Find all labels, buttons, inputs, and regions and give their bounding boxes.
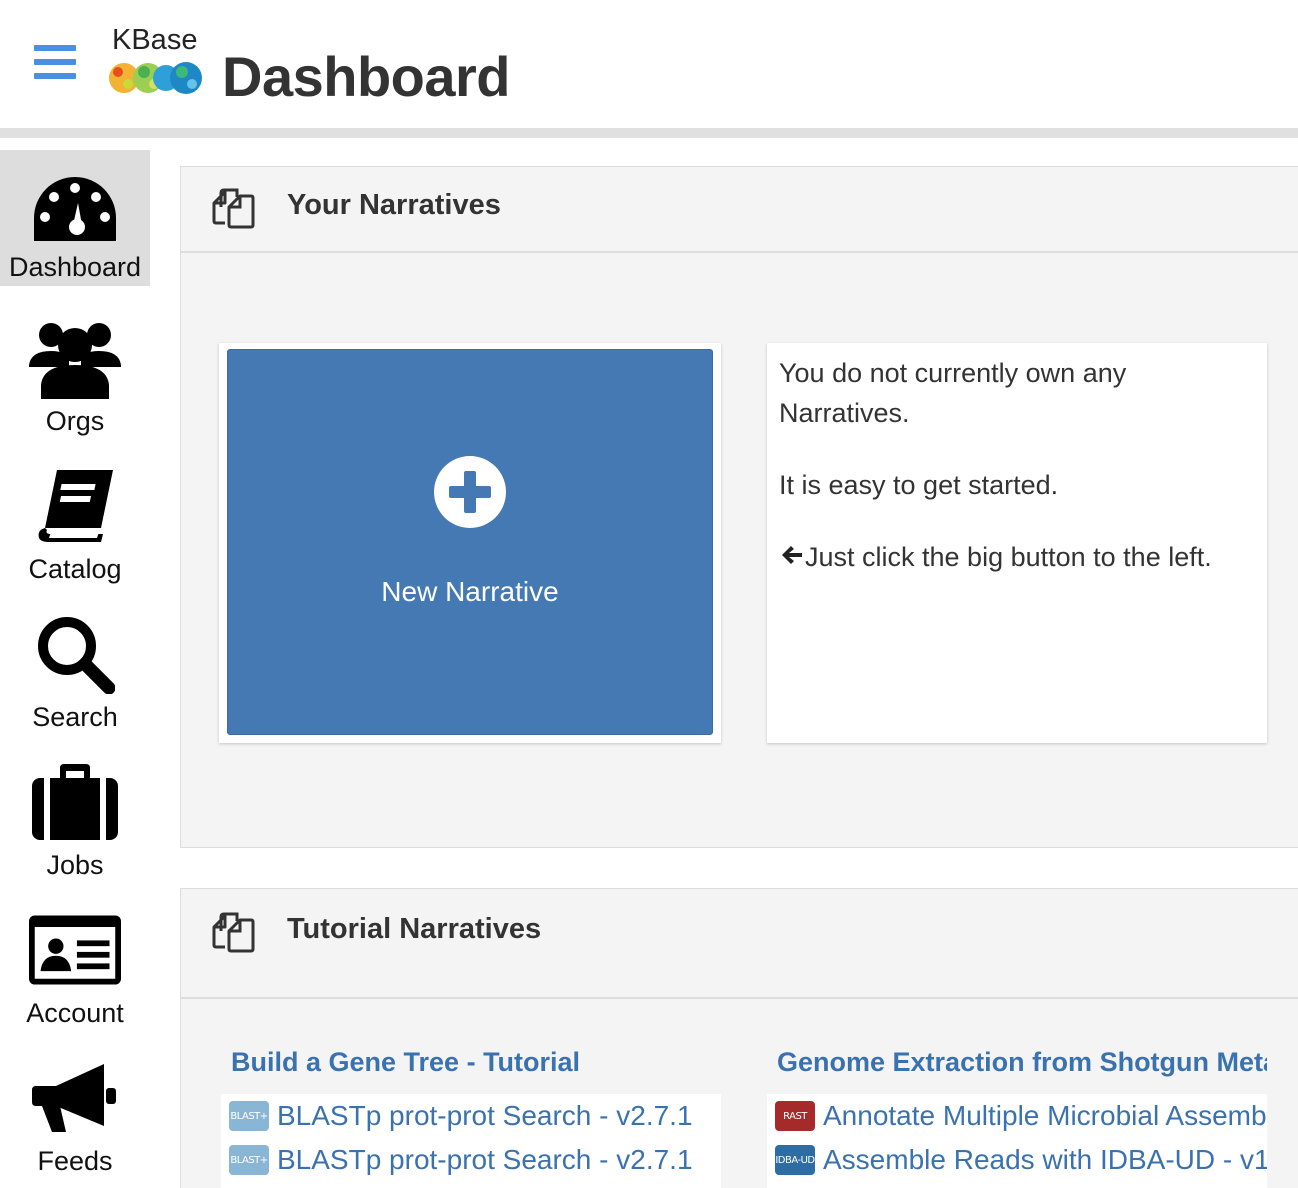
idba-badge-icon: IDBA-UD (775, 1145, 815, 1175)
book-icon (29, 460, 121, 552)
hamburger-menu-icon[interactable] (34, 45, 76, 79)
panel-header: Your Narratives (181, 167, 1298, 253)
sidebar-item-label: Jobs (46, 850, 104, 880)
panel-title: Tutorial Narratives (287, 913, 542, 945)
tutorial-app-row[interactable]: RAST Annotate Multiple Microbial Assembl (767, 1094, 1267, 1138)
sidebar-item-orgs[interactable]: Orgs (0, 298, 150, 446)
no-narratives-message: You do not currently own any Narratives.… (767, 343, 1267, 743)
copy-icon (212, 912, 255, 953)
header-divider (0, 128, 1298, 138)
your-narratives-panel: Your Narratives New Narrative You do not… (180, 166, 1298, 848)
blast-badge-icon: BLAST+ (229, 1145, 269, 1175)
sidebar-item-label: Dashboard (8, 252, 142, 282)
message-line: It is easy to get started. (779, 470, 1059, 500)
kbase-logo[interactable]: KBase (108, 24, 204, 104)
plus-circle-icon (434, 456, 506, 528)
sidebar-item-label: Search (32, 702, 118, 732)
bullhorn-icon (29, 1052, 121, 1144)
sidebar-item-label: Orgs (45, 406, 105, 436)
id-card-icon (29, 904, 121, 996)
panel-title: Your Narratives (287, 189, 501, 221)
sidebar-item-account[interactable]: Account (0, 890, 150, 1038)
sidebar-item-label: Catalog (28, 554, 122, 584)
panel-header: Tutorial Narratives (181, 889, 1298, 999)
page-title: Dashboard (222, 45, 511, 108)
tutorial-app-list: BLAST+ BLASTp prot-prot Search - v2.7.1 … (221, 1094, 721, 1188)
sidebar-item-label: Feeds (37, 1146, 113, 1176)
tutorial-app-row[interactable]: IDBA-UD Assemble Reads with IDBA-UD - v1… (767, 1138, 1267, 1182)
sidebar-item-feeds[interactable]: Feeds (0, 1038, 150, 1186)
app-link[interactable]: Assemble Reads with IDBA-UD - v1.1. (823, 1144, 1267, 1176)
sidebar-item-search[interactable]: Search (0, 594, 150, 742)
search-icon (29, 608, 121, 700)
logo-art-icon (109, 62, 202, 94)
suitcase-icon (29, 756, 121, 848)
arrow-left-icon (782, 546, 802, 564)
tutorial-title-link[interactable]: Build a Gene Tree - Tutorial (221, 1047, 721, 1078)
tutorial-title-link[interactable]: Genome Extraction from Shotgun Meta (767, 1047, 1267, 1078)
tutorial-card: Genome Extraction from Shotgun Meta RAST… (767, 1047, 1267, 1188)
app-link[interactable]: BLASTp prot-prot Search - v2.7.1 (277, 1144, 693, 1176)
message-line: Just click the big button to the left. (805, 542, 1212, 572)
dashboard-gauge-icon (29, 164, 121, 256)
app-header: KBase Dashboard (0, 0, 1298, 128)
message-line: You do not currently own any Narratives. (779, 358, 1127, 428)
sidebar: Dashboard Orgs Catalog Search Jobs Accou… (0, 150, 150, 1186)
tutorial-narratives-panel: Tutorial Narratives Build a Gene Tree - … (180, 888, 1298, 1188)
new-narrative-label: New Narrative (381, 576, 559, 607)
tutorial-card: Build a Gene Tree - Tutorial BLAST+ BLAS… (221, 1047, 721, 1188)
copy-icon (212, 188, 255, 229)
tutorial-app-row[interactable]: BLAST+ BLASTp prot-prot Search - v2.7.1 (221, 1094, 721, 1138)
sidebar-item-catalog[interactable]: Catalog (0, 446, 150, 594)
tutorial-app-row[interactable]: BLAST+ BLASTp prot-prot Search - v2.7.1 (221, 1138, 721, 1182)
new-narrative-card: New Narrative (219, 343, 721, 743)
logo-text: KBase (112, 24, 198, 56)
sidebar-item-jobs[interactable]: Jobs (0, 742, 150, 890)
app-link[interactable]: Annotate Multiple Microbial Assembl (823, 1100, 1267, 1132)
rast-badge-icon: RAST (775, 1101, 815, 1131)
users-icon (29, 312, 121, 404)
sidebar-item-dashboard[interactable]: Dashboard (0, 150, 150, 286)
tutorial-app-list: RAST Annotate Multiple Microbial Assembl… (767, 1094, 1267, 1188)
message-line-arrow: Just click the big button to the left. (779, 537, 1255, 577)
app-link[interactable]: BLASTp prot-prot Search - v2.7.1 (277, 1100, 693, 1132)
blast-badge-icon: BLAST+ (229, 1101, 269, 1131)
sidebar-item-label: Account (26, 998, 124, 1028)
new-narrative-button[interactable]: New Narrative (227, 349, 713, 735)
